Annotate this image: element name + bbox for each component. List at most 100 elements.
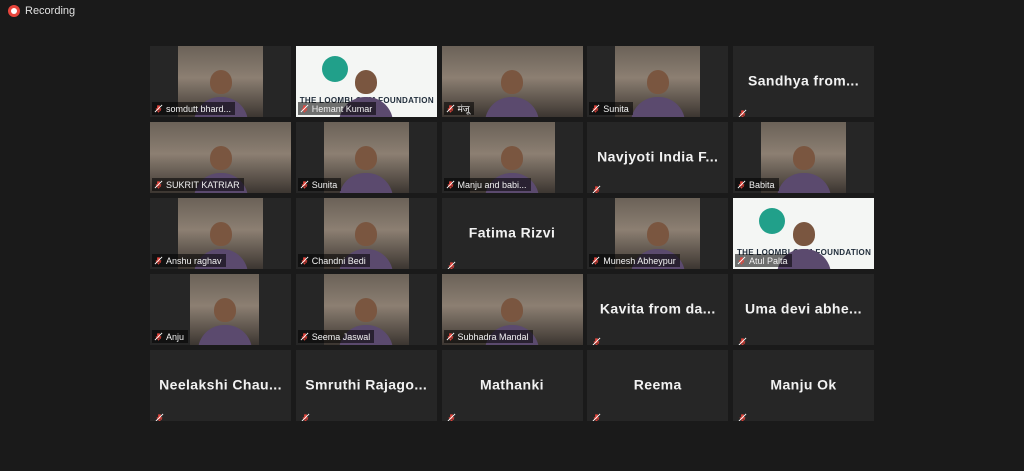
participant-name: Manju Ok [770, 376, 837, 393]
foundation-logo-icon [321, 56, 348, 82]
participant-label: Manju and babi... [443, 178, 531, 191]
muted-mic-icon [447, 409, 456, 421]
participant-name: Seema Jaswal [311, 331, 371, 342]
participant-tile[interactable]: Munesh Abheypur [587, 198, 729, 269]
participant-tile[interactable]: Anju [150, 274, 291, 345]
muted-mic-icon [738, 409, 747, 421]
participant-name: Atul Palta [749, 255, 788, 266]
muted-mic-icon [592, 181, 601, 193]
person-body [485, 97, 539, 117]
participant-name: Mathanki [480, 376, 544, 393]
participant-label: Anshu raghav [152, 254, 226, 267]
participant-tile[interactable]: Neelakshi Chau... [150, 350, 291, 421]
participant-tile[interactable]: Sunita [587, 46, 729, 117]
muted-mic-icon [446, 180, 455, 189]
foundation-logo-icon [759, 208, 785, 234]
person-head [792, 146, 815, 171]
person-head [355, 222, 378, 247]
participant-tile[interactable]: Reema [587, 350, 729, 421]
participant-label: Anju [152, 330, 189, 343]
person-head [209, 70, 232, 95]
muted-mic-icon [154, 256, 163, 265]
person-head [209, 146, 232, 171]
participant-name: Neelakshi Chau... [159, 376, 282, 393]
participant-tile[interactable]: Manju and babi... [441, 122, 583, 193]
muted-mic-icon [738, 333, 747, 345]
participant-tile[interactable]: Anshu raghav [150, 198, 291, 269]
participant-tile[interactable]: SUKRIT KATRIAR [150, 122, 291, 193]
participant-tile[interactable]: Smruthi Rajago... [295, 350, 437, 421]
participant-label: Munesh Abheypur [589, 254, 680, 267]
participant-label: Chandni Bedi [297, 254, 370, 267]
person-head [792, 222, 815, 247]
person-head [501, 298, 523, 323]
participant-tile[interactable]: Sandhya from... [733, 46, 874, 117]
participant-tile[interactable]: Babita [733, 122, 874, 193]
participant-tile[interactable]: Seema Jaswal [295, 274, 437, 345]
participant-tile[interactable]: Chandni Bedi [295, 198, 437, 269]
muted-mic-icon [446, 104, 455, 113]
person-body [339, 173, 394, 193]
participant-tile[interactable]: Uma devi abhe... [733, 274, 874, 345]
participant-label: SUKRIT KATRIAR [152, 178, 244, 191]
muted-mic-icon [737, 180, 746, 189]
participant-tile[interactable]: Navjyoti India F... [587, 122, 729, 193]
participant-name: Uma devi abhe... [745, 300, 862, 317]
muted-mic-icon [154, 180, 163, 189]
participant-label: मंजू [443, 102, 474, 115]
participant-label: Hemant Kumar [297, 102, 377, 115]
participant-name: somdutt bhard... [166, 103, 232, 114]
participant-name: Anju [166, 331, 185, 342]
recording-label: Recording [25, 5, 76, 17]
participant-name: Kavita from da... [599, 300, 716, 317]
participant-name: SUKRIT KATRIAR [166, 179, 240, 190]
participant-name: Hemant Kumar [311, 103, 373, 114]
muted-mic-icon [591, 256, 600, 265]
participant-tile[interactable]: मंजू [441, 46, 583, 117]
person-body [776, 173, 831, 193]
person-head [213, 298, 236, 323]
person-head [501, 146, 523, 171]
muted-mic-icon [154, 104, 163, 113]
participant-label: Babita [735, 178, 779, 191]
person-head [501, 70, 523, 95]
participant-tile[interactable]: Manju Ok [733, 350, 874, 421]
person-head [355, 146, 378, 171]
gallery-grid: somdutt bhard... THE LOOMBLOOM FOUNDATION… [150, 46, 874, 421]
participant-tile[interactable]: Subhadra Mandal [441, 274, 583, 345]
participant-label: somdutt bhard... [152, 102, 236, 115]
muted-mic-icon [300, 332, 309, 341]
person-head [355, 298, 378, 323]
participant-tile[interactable]: Fatima Rizvi [441, 198, 583, 269]
participant-label: Sunita [297, 178, 342, 191]
participant-name: Manju and babi... [457, 179, 527, 190]
recording-indicator[interactable]: Recording [8, 4, 75, 18]
participant-label: Atul Palta [735, 254, 792, 267]
participant-tile[interactable]: THE LOOMBLOOM FOUNDATION Hemant Kumar [295, 46, 437, 117]
participant-tile[interactable]: Mathanki [441, 350, 583, 421]
participant-name: मंजू [457, 104, 470, 114]
participant-tile[interactable]: Sunita [295, 122, 437, 193]
participant-name: Sunita [603, 103, 629, 114]
recording-icon [8, 5, 20, 17]
participant-label: Subhadra Mandal [443, 330, 533, 343]
person-head [355, 70, 378, 95]
muted-mic-icon [447, 257, 456, 269]
participant-tile[interactable]: somdutt bhard... [150, 46, 291, 117]
participant-name: Chandni Bedi [311, 255, 366, 266]
participant-name: Smruthi Rajago... [305, 376, 428, 393]
muted-mic-icon [154, 332, 163, 341]
participant-tile[interactable]: Kavita from da... [587, 274, 729, 345]
participant-video [190, 274, 259, 345]
participant-tile[interactable]: THE LOOMBLOOM FOUNDATION Atul Palta [733, 198, 874, 269]
person-body [197, 325, 252, 345]
participant-name: Babita [749, 179, 775, 190]
muted-mic-icon [446, 332, 455, 341]
participant-label: Sunita [589, 102, 633, 115]
person-head [646, 70, 669, 95]
muted-mic-icon [591, 104, 600, 113]
participant-name: Subhadra Mandal [457, 331, 529, 342]
muted-mic-icon [592, 409, 601, 421]
muted-mic-icon [300, 104, 309, 113]
participant-name: Anshu raghav [166, 255, 222, 266]
